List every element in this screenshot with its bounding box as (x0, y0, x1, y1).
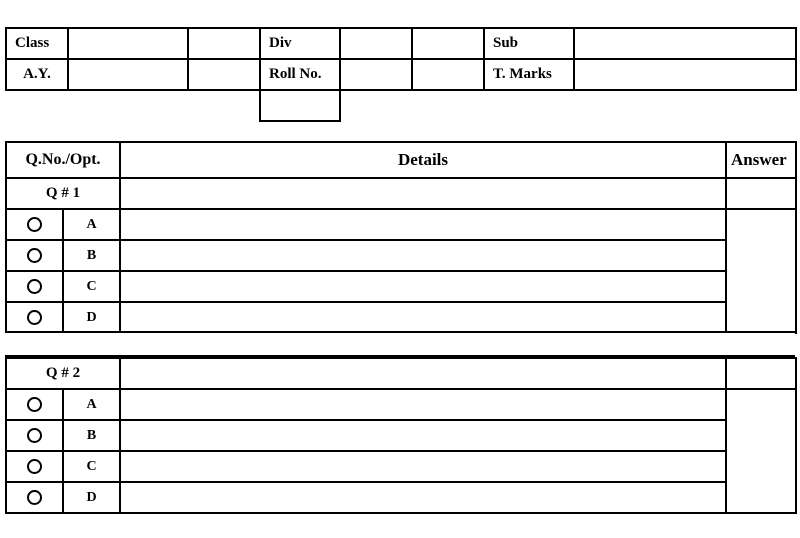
student-info-table: Class Div Sub A.Y. Roll No. T. Marks (5, 27, 797, 122)
option-letter-1d: D (62, 301, 121, 334)
option-details-1a[interactable] (119, 208, 727, 241)
question-details-cell-2[interactable] (119, 357, 728, 390)
field-class-value-extra[interactable] (187, 27, 261, 60)
column-header-qno-opt: Q.No./Opt. (5, 141, 121, 179)
field-class-value[interactable] (67, 27, 189, 60)
radio-circle-icon[interactable] (27, 490, 42, 506)
option-row: C (5, 450, 796, 483)
label-total-marks: T. Marks (483, 58, 575, 91)
field-roll-no-value[interactable] (339, 58, 413, 91)
option-row: A (5, 208, 797, 334)
question-number-row: Q # 2 (4, 357, 798, 390)
option-row: B (5, 419, 796, 452)
radio-circle-icon[interactable] (27, 397, 42, 413)
option-details-1b[interactable] (119, 239, 727, 272)
question-answer-header-cell-1[interactable] (725, 177, 797, 210)
field-total-marks-value[interactable] (573, 58, 797, 91)
question-grid-block-2: Q # 2 A B C D (4, 357, 798, 514)
question-grid-block-1: Q.No./Opt. Details Answer Q # 1 A B C D (5, 141, 797, 334)
label-roll-no: Roll No. (259, 58, 341, 91)
radio-circle-icon[interactable] (27, 428, 42, 444)
info-row-ay: A.Y. Roll No. T. Marks (5, 58, 797, 91)
info-extra-spacer-right4 (574, 90, 796, 121)
question-number-row: Q # 1 (5, 177, 797, 210)
field-ay-value[interactable] (67, 58, 189, 91)
radio-circle-icon[interactable] (27, 248, 42, 264)
option-bubble-cell-1c[interactable] (5, 270, 64, 303)
field-ay-value-extra[interactable] (187, 58, 261, 91)
option-bubble-cell-1d[interactable] (5, 301, 64, 334)
label-ay: A.Y. (5, 58, 69, 91)
field-div-value-extra[interactable] (411, 27, 485, 60)
option-row: A (5, 388, 798, 514)
label-div: Div (259, 27, 341, 60)
option-details-1d[interactable] (119, 301, 727, 334)
radio-circle-icon[interactable] (27, 279, 42, 295)
option-bubble-cell-1b[interactable] (5, 239, 64, 272)
option-details-2b[interactable] (119, 419, 728, 452)
question-details-cell-1[interactable] (119, 177, 727, 210)
option-bubble-cell-2a[interactable] (5, 388, 64, 421)
option-row: C (5, 270, 796, 303)
option-bubble-cell-2c[interactable] (5, 450, 64, 483)
option-row: B (5, 239, 796, 272)
option-letter-2a: A (61, 388, 122, 421)
field-roll-no-value-extra[interactable] (411, 58, 485, 91)
option-details-2d[interactable] (119, 481, 728, 514)
option-letter-2c: C (61, 450, 122, 483)
block-separator-strip (5, 331, 795, 357)
option-letter-2b: B (61, 419, 122, 452)
radio-circle-icon[interactable] (27, 459, 42, 475)
info-extra-spacer-left2 (68, 90, 188, 121)
label-sub: Sub (483, 27, 575, 60)
info-extra-spacer-right3 (484, 90, 574, 121)
option-letter-1b: B (62, 239, 121, 272)
option-letter-1a: A (62, 208, 121, 241)
field-div-value[interactable] (339, 27, 413, 60)
option-details-1c[interactable] (119, 270, 727, 303)
radio-circle-icon[interactable] (27, 217, 42, 233)
option-row: D (5, 301, 796, 334)
column-header-answer: Answer (725, 141, 797, 179)
column-header-details: Details (119, 141, 727, 179)
option-row: D (5, 481, 796, 514)
grid-header-row: Q.No./Opt. Details Answer (5, 141, 797, 179)
info-extra-spacer-left (6, 90, 68, 121)
field-extra-cell[interactable] (259, 89, 341, 122)
info-extra-spacer-right2 (412, 90, 484, 121)
question-number-label-2: Q # 2 (4, 357, 122, 390)
info-row-extra (6, 89, 796, 122)
answer-cell-2[interactable] (725, 388, 798, 514)
label-class: Class (5, 27, 69, 60)
question-answer-header-cell-2[interactable] (725, 357, 798, 390)
answer-sheet-page: Class Div Sub A.Y. Roll No. T. Marks Q.N… (0, 0, 800, 538)
option-details-2a[interactable] (119, 388, 728, 421)
answer-cell-1[interactable] (725, 208, 797, 334)
field-sub-value[interactable] (573, 27, 797, 60)
option-bubble-cell-2b[interactable] (5, 419, 64, 452)
option-letter-2d: D (61, 481, 122, 514)
radio-circle-icon[interactable] (27, 310, 42, 326)
info-extra-spacer-right1 (340, 90, 412, 121)
info-row-class: Class Div Sub (5, 27, 797, 60)
option-letter-1c: C (62, 270, 121, 303)
option-details-2c[interactable] (119, 450, 728, 483)
question-number-label-1: Q # 1 (5, 177, 121, 210)
info-extra-spacer-left3 (188, 90, 260, 121)
option-bubble-cell-2d[interactable] (5, 481, 64, 514)
option-bubble-cell-1a[interactable] (5, 208, 64, 241)
